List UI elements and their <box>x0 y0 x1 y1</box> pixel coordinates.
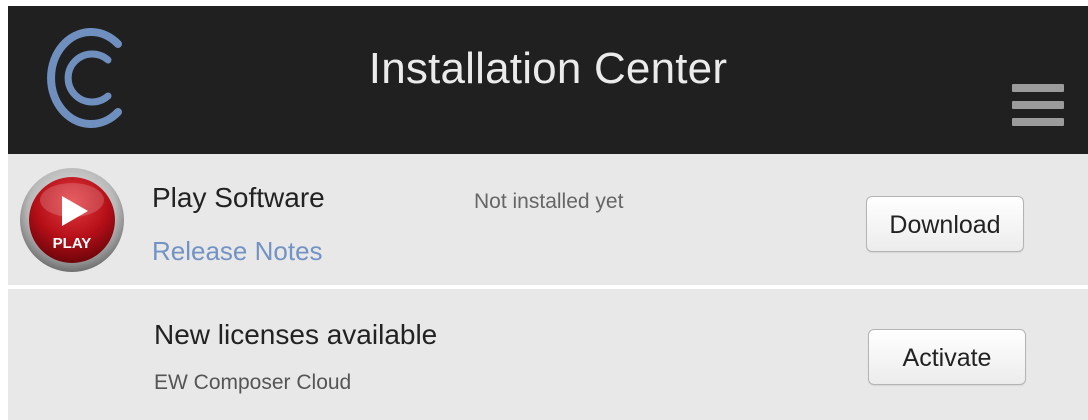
menu-bar-line <box>1012 101 1064 109</box>
install-status: Not installed yet <box>474 190 624 213</box>
license-title: New licenses available <box>154 319 438 350</box>
release-notes-link[interactable]: Release Notes <box>152 236 323 267</box>
menu-bar-line <box>1012 84 1064 92</box>
download-button[interactable]: Download <box>866 196 1024 252</box>
menu-bar-line <box>1012 118 1064 126</box>
page-title: Installation Center <box>368 44 728 93</box>
hamburger-menu-icon[interactable] <box>1012 84 1064 130</box>
license-row: New licenses available EW Composer Cloud… <box>8 289 1088 420</box>
activate-button[interactable]: Activate <box>868 329 1026 385</box>
product-row-play: PLAY Play Software Not installed yet Rel… <box>8 154 1088 285</box>
product-name: Play Software <box>152 182 325 213</box>
installation-center-window: Installation Center PLAY Play Software N… <box>0 0 1088 420</box>
play-icon-label: PLAY <box>53 235 92 252</box>
play-icon: PLAY <box>20 168 124 272</box>
header-bar: Installation Center <box>8 6 1088 154</box>
license-product-name: EW Composer Cloud <box>154 371 352 394</box>
